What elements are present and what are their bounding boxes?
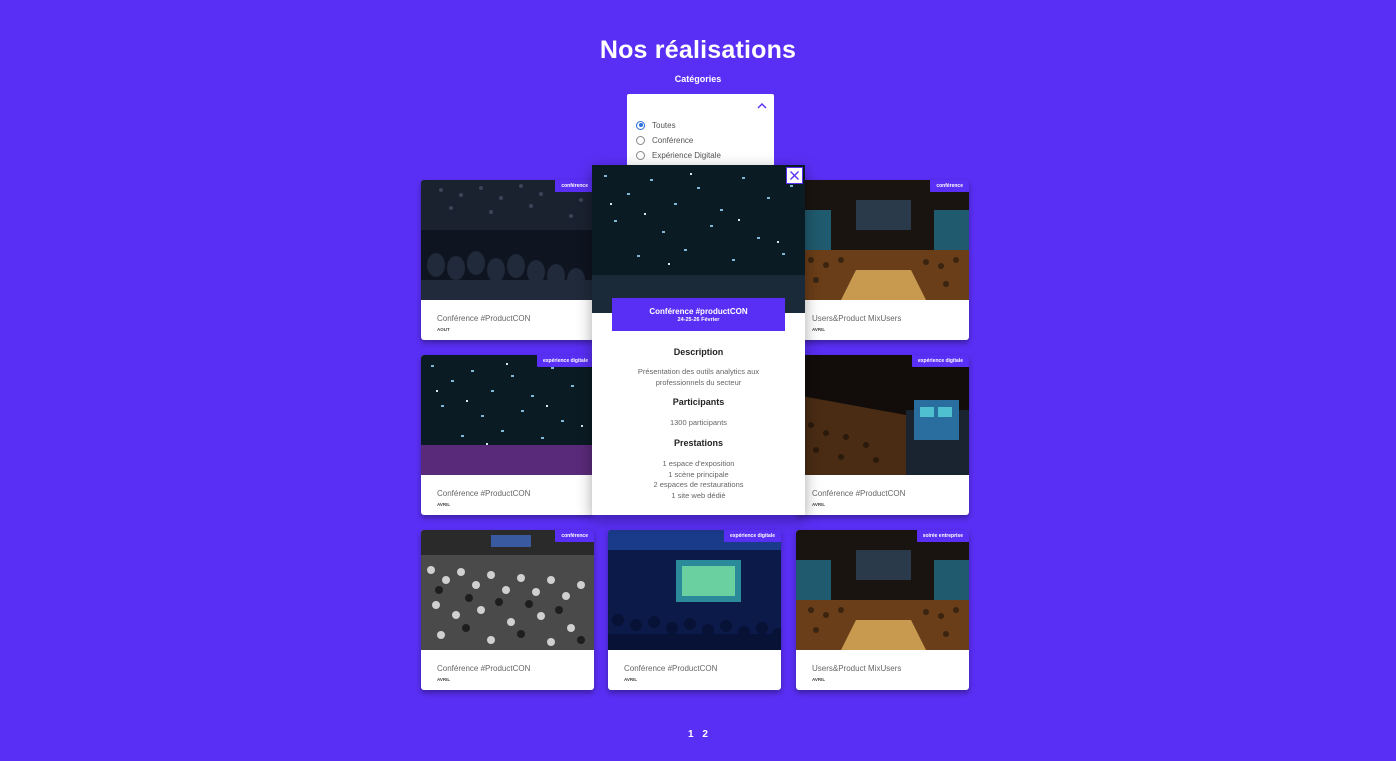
categories-label: Catégories [674, 74, 722, 84]
project-card[interactable]: expérience digitale Conférence #ProductC… [421, 355, 594, 515]
radio-experience-digitale[interactable] [636, 150, 645, 160]
card-title: Users&Product MixUsers [812, 664, 902, 673]
page-link-1[interactable]: 1 [688, 729, 694, 740]
participants-heading: Participants [672, 397, 725, 407]
card-title: Conférence #ProductCON [437, 489, 531, 498]
project-card[interactable]: expérience digitale Conférence #ProductC… [608, 530, 781, 690]
project-card[interactable]: conférence Conférence #ProductCON AOUT [421, 180, 594, 340]
filter-option-label: Conférence [652, 135, 694, 145]
prestations-heading: Prestations [673, 438, 724, 448]
filter-option-experience-digitale[interactable]: Expérience Digitale [636, 149, 721, 161]
category-badge: conférence [555, 180, 594, 192]
participants-text: 1300 participants [669, 418, 728, 427]
prestation-item: 1 scène principale [668, 469, 729, 479]
page-title: Nos réalisations [599, 36, 797, 64]
category-badge: conférence [555, 530, 594, 542]
card-date: AVRIL [437, 677, 451, 682]
filter-option-label: Toutes [652, 120, 676, 130]
filter-option-label: Expérience Digitale [652, 150, 721, 160]
event-photo-crowd [421, 530, 594, 650]
prestation-item: 2 espaces de restaurations [653, 480, 744, 489]
filter-option-conference[interactable]: Conférence [636, 134, 693, 146]
project-card[interactable]: conférence Conférence #ProductCON AVRIL [421, 530, 594, 690]
prestation-item: 1 site web dédié [671, 490, 726, 500]
event-photo-conference-audience [421, 180, 594, 300]
category-badge: expérience digitale [723, 530, 781, 542]
chevron-up-icon[interactable] [756, 100, 768, 112]
event-photo-presentation [608, 530, 781, 650]
card-date: AOUT [437, 327, 450, 332]
description-line: professionnels du secteur [655, 377, 742, 387]
close-button[interactable] [786, 167, 803, 184]
modal-title: Conférence #productCON [649, 307, 748, 316]
page-link-2[interactable]: 2 [702, 729, 708, 740]
radio-conference[interactable] [636, 135, 645, 145]
event-photo-stage-screen [796, 355, 969, 475]
category-badge: soirée entreprise [916, 530, 969, 542]
card-title: Conférence #ProductCON [624, 664, 718, 673]
event-photo-auditorium [796, 530, 969, 650]
card-date: AVRIL [437, 502, 451, 507]
category-filter-dropdown[interactable]: Toutes Conférence Expérience Digitale [627, 94, 774, 166]
card-date: AVRIL [624, 677, 638, 682]
modal-banner: Conférence #productCON 24-25-26 Février [612, 298, 785, 331]
category-badge: expérience digitale [536, 355, 594, 367]
card-date: AVRIL [812, 327, 826, 332]
pagination: 1 2 [0, 729, 1396, 740]
modal-date: 24-25-26 Février [677, 317, 720, 323]
filter-option-toutes[interactable]: Toutes [636, 119, 676, 131]
event-photo-confetti [592, 165, 805, 313]
project-card[interactable]: soirée entreprise Users&Product MixUsers… [796, 530, 969, 690]
card-title: Conférence #ProductCON [437, 314, 531, 323]
card-date: AVRIL [812, 502, 826, 507]
prestation-item: 1 espace d'exposition [662, 459, 735, 468]
card-title: Users&Product MixUsers [812, 314, 902, 323]
project-card[interactable]: conférence Users&Product MixUsers AVRIL [796, 180, 969, 340]
event-photo-confetti [421, 355, 594, 475]
category-badge: conférence [930, 180, 969, 192]
card-title: Conférence #ProductCON [812, 489, 906, 498]
description-heading: Description [673, 347, 724, 357]
close-icon [790, 171, 799, 180]
description-line: Présentation des outils analytics aux [637, 367, 760, 376]
card-title: Conférence #ProductCON [437, 664, 531, 673]
card-date: AVRIL [812, 677, 826, 682]
radio-toutes[interactable] [636, 120, 645, 130]
project-detail-modal: Conférence #productCON 24-25-26 Février … [592, 165, 805, 515]
project-card[interactable]: expérience digitale Conférence #ProductC… [796, 355, 969, 515]
category-badge: expérience digitale [911, 355, 969, 367]
event-photo-auditorium [796, 180, 969, 300]
